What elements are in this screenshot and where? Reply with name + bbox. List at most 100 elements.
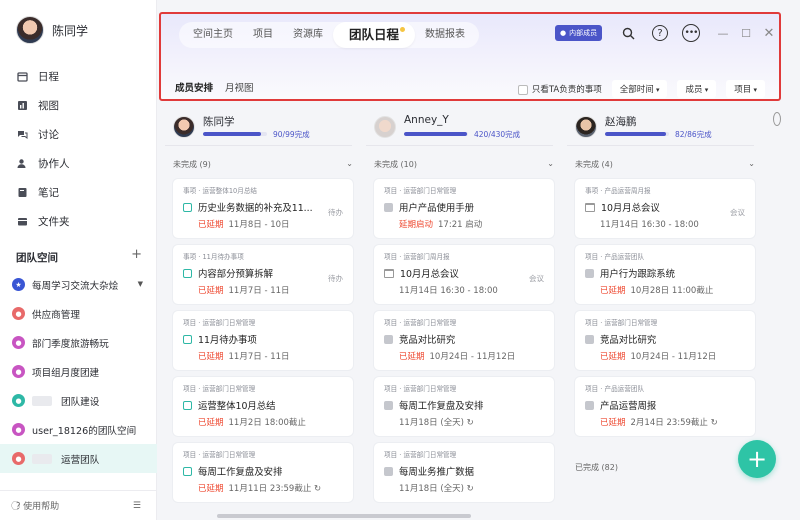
space-item[interactable]: ★ 每周学习交流大杂烩 ▼: [0, 270, 157, 299]
card-date: 11月7日 - 11日: [228, 286, 290, 296]
help-link[interactable]: ?⃝ 使用帮助: [16, 499, 59, 512]
card-breadcrumb: 项目 · 运营部门日常管理: [384, 187, 457, 195]
overdue-label: 已延期: [198, 418, 224, 428]
group-header-pending[interactable]: 未完成 (10) ⌄: [374, 159, 554, 170]
sidebar-item-collaborators[interactable]: 协作人: [0, 149, 157, 178]
sidebar-item-notes[interactable]: 笔记: [0, 178, 157, 207]
checkbox-icon[interactable]: [384, 202, 393, 212]
card-date: 11月2日 18:00截止: [228, 418, 306, 428]
tab-space-home[interactable]: 空间主页: [183, 22, 243, 48]
group-label: 未完成 (10): [374, 160, 417, 169]
sidebar-item-label: 文件夹: [38, 216, 70, 228]
view-subtabs: 成员安排 月视图: [175, 80, 254, 94]
group-header-done[interactable]: 已完成 (82): [575, 462, 618, 473]
checkbox-icon[interactable]: [585, 334, 594, 344]
filter-bar: 只看TA负责的事项 全部时间 成员 项目: [517, 80, 765, 98]
time-filter-dropdown[interactable]: 全部时间: [611, 80, 668, 98]
group-header-pending[interactable]: 未完成 (9) ⌄: [173, 159, 353, 170]
card-breadcrumb: 事项 · 运营整体10月总结: [183, 187, 258, 195]
space-item-active[interactable]: ● 运营团队: [0, 444, 157, 473]
task-card[interactable]: 项目 · 运营部门日常管理 11月待办事项 已延期 11月7日 - 11日: [173, 311, 353, 370]
caret-down-icon[interactable]: ▼: [138, 280, 143, 288]
task-card[interactable]: 项目 · 运营部门日常管理 每周业务推广数据 11月18日 (全天) ↻: [374, 443, 554, 502]
add-task-button[interactable]: +: [738, 440, 776, 478]
member-filter-dropdown[interactable]: 成员: [677, 80, 717, 98]
avatar: [575, 116, 597, 138]
space-item[interactable]: ● 供应商管理: [0, 299, 157, 328]
checkbox-icon[interactable]: [585, 268, 594, 278]
menu-icon[interactable]: ☰: [133, 501, 141, 511]
card-breadcrumb: 项目 · 运营部门周月报: [384, 253, 450, 261]
task-card[interactable]: 项目 · 运营部门日常管理 竞品对比研究 已延期 10月24日 - 11月12日: [374, 311, 554, 370]
task-card[interactable]: 事项 · 产品运营周月报 10月月总会议 11月14日 16:30 - 18:00 会…: [575, 179, 755, 238]
card-date: 11月7日 - 11日: [228, 352, 290, 362]
maximize-icon[interactable]: ☐: [737, 24, 755, 42]
project-filter-dropdown[interactable]: 项目: [726, 80, 765, 98]
checkbox-icon[interactable]: [384, 466, 393, 476]
subtab-month-view[interactable]: 月视图: [225, 80, 254, 94]
close-icon[interactable]: ✕: [760, 24, 778, 42]
sidebar-footer: ?⃝ 使用帮助 ☰: [0, 490, 157, 520]
checkbox-icon[interactable]: [384, 334, 393, 344]
tab-reports[interactable]: 数据报表: [415, 22, 475, 48]
avatar: [173, 116, 195, 138]
checkbox-icon[interactable]: [183, 268, 192, 278]
sidebar-item-folder[interactable]: 文件夹: [0, 207, 157, 236]
space-item[interactable]: ● user_18126的团队空间: [0, 415, 157, 444]
task-card[interactable]: 项目 · 产品运营团队 用户行为跟踪系统 已延期 10月28日 11:00截止: [575, 245, 755, 304]
checkbox-icon[interactable]: [183, 202, 192, 212]
tab-projects[interactable]: 项目: [243, 22, 283, 48]
space-item[interactable]: ● 部门季度旅游畅玩: [0, 328, 157, 357]
card-date-row: 11月18日 (全天) ↻: [384, 416, 544, 428]
user-name: 陈同学: [52, 23, 89, 38]
card-list: 事项 · 产品运营周月报 10月月总会议 11月14日 16:30 - 18:00 会…: [575, 179, 755, 443]
task-card[interactable]: 项目 · 运营部门日常管理每周工作复盘及安排 11月18日 (全天) ↻: [374, 377, 554, 436]
task-card[interactable]: 项目 · 运营部门周月报 10月月总会议 11月14日 16:30 - 18:00 会…: [374, 245, 554, 304]
card-date: 11月14日 16:30 - 18:00: [600, 220, 699, 230]
space-item[interactable]: ● 项目组月度团建: [0, 357, 157, 386]
more-icon[interactable]: •••: [682, 24, 700, 42]
checkbox-icon[interactable]: [384, 400, 393, 410]
checkbox-icon[interactable]: [183, 334, 192, 344]
help-icon[interactable]: ?: [652, 25, 668, 41]
task-card[interactable]: 事项 · 11月待办事项 内容部分预算拆解 已延期 11月7日 - 11日 待办: [173, 245, 353, 304]
overdue-label: 延期启动: [399, 220, 434, 230]
task-card[interactable]: 项目 · 运营部门日常管理 用户产品使用手册 延期启动 17:21 启动: [374, 179, 554, 238]
card-date-row: 已延期 11月7日 - 11日: [183, 350, 343, 362]
sidebar-item-view[interactable]: 视图: [0, 91, 157, 120]
card-breadcrumb: 项目 · 产品运营团队: [585, 253, 645, 261]
card-breadcrumb: 项目 · 运营部门日常管理: [384, 451, 457, 459]
horizontal-scrollbar[interactable]: [217, 514, 471, 518]
card-breadcrumb: 项目 · 运营部门日常管理: [183, 385, 256, 393]
member-icon: ●: [560, 29, 567, 37]
checkbox-icon: [517, 84, 528, 95]
card-breadcrumb: 项目 · 运营部门日常管理: [384, 385, 457, 393]
task-card[interactable]: 事项 · 运营整体10月总结 历史业务数据的补充及11... 已延期 11月8日 - …: [173, 179, 353, 238]
sidebar-item-discussion[interactable]: 讨论: [0, 120, 157, 149]
sidebar-item-schedule[interactable]: 日程: [0, 62, 157, 91]
checkbox-icon[interactable]: [183, 466, 192, 476]
task-card[interactable]: 项目 · 运营部门日常管理 竞品对比研究 已延期 10月24日 - 11月12日: [575, 311, 755, 370]
group-header-pending[interactable]: 未完成 (4) ⌄: [575, 159, 755, 170]
tab-team-schedule[interactable]: 团队日程: [333, 22, 416, 48]
task-card[interactable]: 项目 · 产品运营团队 产品运营周报 已延期 2月14日 23:59截止 ↻: [575, 377, 755, 436]
subtab-member-arrangement[interactable]: 成员安排: [175, 80, 213, 94]
task-card[interactable]: 项目 · 运营部门日常管理 每周工作复盘及安排 已延期 11月11日 23:59截止 …: [173, 443, 353, 502]
checkbox-icon[interactable]: [183, 400, 192, 410]
minimize-icon[interactable]: —: [714, 24, 732, 42]
card-list: 事项 · 运营整体10月总结 历史业务数据的补充及11... 已延期 11月8日 - …: [173, 179, 353, 509]
only-mine-checkbox[interactable]: 只看TA负责的事项: [517, 83, 602, 95]
space-item[interactable]: ● 团队建设: [0, 386, 157, 415]
tab-resources[interactable]: 资源库: [283, 22, 333, 48]
user-profile[interactable]: 陈同学: [16, 16, 88, 44]
card-title-row: 每周工作复盘及安排: [384, 398, 544, 412]
member-column: Anney_Y 420/430完成 未完成 (10) ⌄ 项目 · 运营部门日常管…: [366, 107, 554, 512]
checkbox-icon[interactable]: [585, 400, 594, 410]
progress-text: 82/86完成: [675, 130, 712, 139]
add-space-button[interactable]: +: [131, 248, 142, 265]
team-space-list: ★ 每周学习交流大杂烩 ▼ ● 供应商管理 ● 部门季度旅游畅玩 ● 项目组月度…: [0, 270, 157, 473]
task-card[interactable]: 项目 · 运营部门日常管理 运营整体10月总结 已延期 11月2日 18:00截止: [173, 377, 353, 436]
search-icon[interactable]: [619, 24, 637, 42]
card-title-row: 10月月总会议: [585, 200, 745, 214]
card-title-row: 10月月总会议: [384, 266, 544, 280]
